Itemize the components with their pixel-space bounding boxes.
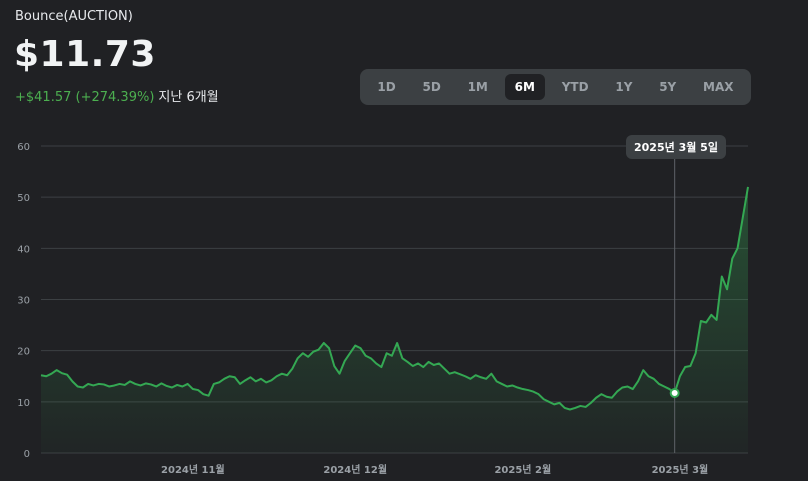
y-tick-label: 50 [17, 193, 30, 204]
y-tick-label: 40 [17, 244, 30, 255]
x-tick-label: 2024년 12월 [323, 463, 387, 476]
x-tick-label: 2024년 11월 [161, 463, 225, 476]
x-tick-label: 2025년 3월 [652, 463, 709, 476]
price-chart[interactable]: 0 10 20 30 40 50 60 2024년 11월 2024년 12월 2025년 2월 2… [0, 0, 808, 481]
y-tick-label: 30 [17, 296, 30, 307]
y-tick-label: 60 [17, 142, 30, 153]
chart-widget: Bounce(AUCTION) $11.73 +$41.57 (+274.39%… [0, 0, 808, 481]
price-area [41, 186, 748, 453]
hover-tooltip: 2025년 3월 5일 [626, 135, 726, 159]
y-tick-label: 10 [17, 398, 30, 409]
y-tick-label: 0 [24, 449, 30, 460]
x-tick-label: 2025년 2월 [494, 463, 551, 476]
y-tick-label: 20 [17, 347, 30, 358]
hover-point [669, 387, 680, 398]
